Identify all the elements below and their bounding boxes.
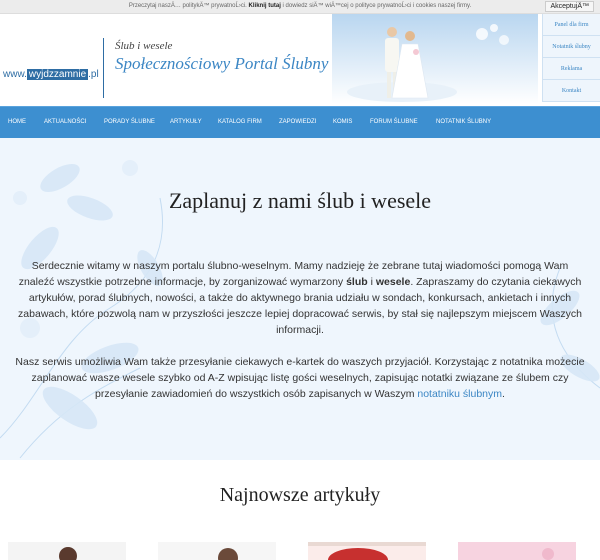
main-nav: HOME AKTUALNOŚCI PORADY ŚLUBNE ARTYKUŁY …	[0, 106, 600, 138]
article-thumbnail[interactable]	[308, 542, 426, 560]
article-thumbnail[interactable]	[158, 542, 276, 560]
nav-artykuly[interactable]: ARTYKUŁY	[170, 107, 202, 139]
side-link-panel-dla-firm[interactable]: Panel dla firm	[542, 14, 600, 36]
nav-aktualnosci[interactable]: AKTUALNOŚCI	[44, 107, 86, 139]
cookie-bar: Przeczytaj naszÄ… politykÄ™ prywatnoĹ›ci…	[0, 0, 600, 14]
hero-section: Zaplanuj z nami ślub i wesele Serdecznie…	[0, 138, 600, 460]
nav-forum-slubne[interactable]: FORUM ŚLUBNE	[370, 107, 418, 139]
hero-text: Serdecznie witamy w naszym portalu ślubn…	[14, 258, 586, 418]
article-thumbnails	[0, 542, 600, 560]
side-link-notatnik[interactable]: Notatnik ślubny	[542, 36, 600, 58]
latest-articles-title: Najnowsze artykuły	[219, 484, 381, 506]
article-thumbnail[interactable]	[8, 542, 126, 560]
portal-title: Społecznościowy Portal Ślubny	[115, 54, 329, 73]
hero-p1-bold-slub: ślub	[346, 276, 368, 288]
hero-p1-bold-wesele: wesele	[375, 276, 411, 288]
site-tagline: Ślub i wesele	[115, 40, 173, 52]
logo-highlight: wyjdzzamnie	[26, 69, 89, 80]
logo-suffix: .pl	[88, 69, 99, 80]
wedding-couple-photo	[332, 14, 538, 104]
notatnik-link[interactable]: notatniku ślubnym	[417, 388, 502, 400]
header-divider	[103, 38, 104, 98]
cookie-accept-button[interactable]: AkceptujÄ™	[545, 1, 594, 12]
nav-porady-slubne[interactable]: PORADY ŚLUBNE	[104, 107, 155, 139]
nav-komis[interactable]: KOMIS	[333, 107, 352, 139]
nav-notatnik-slubny[interactable]: NOTATNIK ŚLUBNY	[436, 107, 491, 139]
hero-title: Zaplanuj z nami ślub i wesele	[168, 188, 432, 213]
hero-paragraph-1: Serdecznie witamy w naszym portalu ślubn…	[14, 258, 586, 338]
cookie-text: Przeczytaj naszÄ… politykÄ™ prywatnoĹ›ci…	[0, 3, 600, 9]
hero-p2-end: .	[502, 388, 505, 400]
side-link-reklama[interactable]: Reklama	[542, 58, 600, 80]
logo-prefix: www.	[3, 69, 27, 80]
site-logo[interactable]: www. wyjdzzamnie .pl	[3, 69, 99, 80]
side-link-kontakt[interactable]: Kontakt	[542, 80, 600, 102]
hero-p1-text-c: i	[367, 276, 376, 288]
nav-home[interactable]: HOME	[8, 107, 26, 139]
cookie-policy-link[interactable]: Kliknij tutaj	[249, 3, 281, 9]
cookie-text-after: i dowiedz siÄ™ wiÄ™cej o polityce prywat…	[282, 3, 472, 9]
hero-paragraph-2: Nasz serwis umożliwia Wam także przesyła…	[14, 354, 586, 402]
site-header: www. wyjdzzamnie .pl Ślub i wesele Społecz…	[0, 14, 600, 104]
nav-katalog-firm[interactable]: KATALOG FIRM	[218, 107, 262, 139]
side-links: Panel dla firm Notatnik ślubny Reklama K…	[542, 14, 600, 102]
article-thumbnail[interactable]	[458, 542, 576, 560]
cookie-text-before: Przeczytaj naszÄ… politykÄ™ prywatnoĹ›ci…	[128, 3, 247, 9]
nav-zapowiedzi[interactable]: ZAPOWIEDZI	[279, 107, 316, 139]
